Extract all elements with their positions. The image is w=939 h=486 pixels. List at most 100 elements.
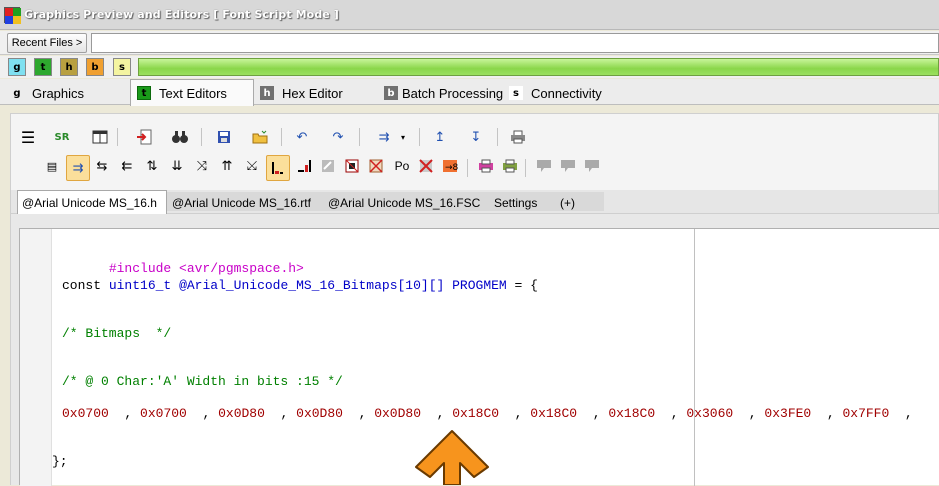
grid-select-icon[interactable] xyxy=(341,155,363,177)
bar-chart-active-icon[interactable] xyxy=(266,155,290,181)
toolbar-separator xyxy=(117,128,118,146)
cross-out-icon[interactable] xyxy=(415,155,437,177)
print-icon[interactable] xyxy=(507,126,529,148)
hex-value: 0x18C0 xyxy=(608,406,656,421)
quick-button-batch[interactable]: b xyxy=(86,58,104,76)
file-tab-add[interactable]: (+) xyxy=(556,192,579,213)
file-tab-fsc[interactable]: @Arial Unicode MS_16.FSC xyxy=(324,192,484,213)
hex-value: 0x0D80 xyxy=(218,406,265,421)
redo-icon[interactable]: ↷ xyxy=(327,126,349,148)
tab-tag: s xyxy=(509,86,523,100)
format-icon[interactable]: ⇉ xyxy=(373,126,395,148)
save-icon[interactable] xyxy=(213,126,235,148)
quick-button-hex[interactable]: h xyxy=(60,58,78,76)
annotation-up-arrow-icon xyxy=(415,430,489,485)
align-active-icon[interactable]: ⇉ xyxy=(66,155,90,181)
file-tab-label: @Arial Unicode MS_16.FSC xyxy=(328,195,481,210)
file-tab-label: Settings xyxy=(494,195,538,210)
hex-separator: , xyxy=(124,406,133,421)
quick-button-text[interactable]: t xyxy=(34,58,52,76)
toolbar-separator xyxy=(525,159,526,177)
quick-button-graphics[interactable]: g xyxy=(8,58,26,76)
title-bar: Graphics Preview and Editors [ Font Scri… xyxy=(0,0,939,30)
quick-button-connectivity[interactable]: s xyxy=(113,58,131,76)
type-name: uint16_t xyxy=(108,278,172,293)
file-tab-h[interactable]: @Arial Unicode MS_16.h xyxy=(17,190,167,214)
list-icon[interactable]: ▤ xyxy=(41,155,63,177)
code-closing-brace: }; xyxy=(52,454,68,469)
svg-text:→8: →8 xyxy=(445,163,458,173)
comment-next-icon[interactable] xyxy=(557,155,579,177)
code-comment-char: /* @ 0 Char:'A' Width in bits :15 */ xyxy=(62,374,343,389)
sort-up-icon[interactable]: ↥ xyxy=(429,126,451,148)
tab-tag: t xyxy=(137,86,151,100)
hex-separator: , xyxy=(748,406,757,421)
editor-toolbar: ☰ SR ↶ ↷ ⇉ ▾ ↥ ↧ ▤ ⇉ ⇆ ⇇ ⇅ ⇊ ⤨ ⇈ ⤩ Po →8 xyxy=(10,113,939,190)
quick-button-label: h xyxy=(65,61,73,73)
hex-separator: , xyxy=(826,406,835,421)
hex-value: 0x18C0 xyxy=(452,406,500,421)
tab-text-editors[interactable]: t Text Editors xyxy=(130,79,254,106)
hex-value: 0x7FF0 xyxy=(842,406,890,421)
import-icon[interactable] xyxy=(133,126,155,148)
code-line-declaration: const uint16_t @Arial_Unicode_MS_16_Bitm… xyxy=(62,278,538,293)
comment-prev-icon[interactable] xyxy=(581,155,603,177)
keyword-const: const xyxy=(62,278,102,293)
tab-connectivity[interactable]: s Connectivity xyxy=(503,81,608,105)
chevron-down-icon[interactable]: ▾ xyxy=(396,126,410,148)
quick-button-label: t xyxy=(40,61,46,73)
quick-button-label: g xyxy=(13,61,21,73)
print-preview-icon[interactable] xyxy=(499,155,521,177)
sort-down-icon[interactable]: ↧ xyxy=(465,126,487,148)
find-binoculars-icon[interactable] xyxy=(169,126,191,148)
recent-files-bar: Recent Files > xyxy=(0,31,939,55)
toolbar-separator xyxy=(201,128,202,146)
tab-label: Connectivity xyxy=(531,85,602,101)
hex-value: 0x0D80 xyxy=(374,406,421,421)
line-gutter xyxy=(20,229,52,486)
down-arrows-icon[interactable]: ⇊ xyxy=(166,155,188,177)
po-icon[interactable]: Po xyxy=(391,155,413,177)
bar-chart-icon[interactable] xyxy=(293,155,315,177)
tab-label: Text Editors xyxy=(159,85,227,101)
edit-disabled-icon[interactable] xyxy=(317,155,339,177)
hex-value: 0x0700 xyxy=(140,406,187,421)
right-margin-line xyxy=(694,229,695,486)
print-color-icon[interactable] xyxy=(475,155,497,177)
flip-arrows-icon[interactable]: ⤩ xyxy=(241,155,263,177)
tab-tag: g xyxy=(10,86,24,100)
cross-arrows-icon[interactable]: ⇅ xyxy=(141,155,163,177)
code-comment-bitmaps: /* Bitmaps */ xyxy=(62,326,172,341)
toolbar-separator xyxy=(281,128,282,146)
file-tab-settings[interactable]: Settings xyxy=(490,192,541,213)
recent-files-button[interactable]: Recent Files > xyxy=(7,33,87,53)
preprocessor-directive: #include <avr/pgmspace.h> xyxy=(108,261,304,276)
assignment: = { xyxy=(514,278,538,293)
open-folder-icon[interactable] xyxy=(249,126,271,148)
recent-files-input[interactable] xyxy=(91,33,939,53)
toolbar-separator xyxy=(497,128,498,146)
toolbar-separator xyxy=(359,128,360,146)
file-tab-strip: @Arial Unicode MS_16.h @Arial Unicode MS… xyxy=(10,190,939,214)
tab-batch-processing[interactable]: b Batch Processing xyxy=(378,81,509,105)
progmem-keyword: PROGMEM xyxy=(452,278,507,293)
hex-separator: , xyxy=(592,406,601,421)
file-tab-label: (+) xyxy=(560,195,575,210)
tab-graphics[interactable]: g Graphics xyxy=(4,81,90,105)
grid-clear-icon[interactable] xyxy=(365,155,387,177)
tab-label: Graphics xyxy=(32,85,85,101)
shift-icon[interactable]: →8 xyxy=(439,155,461,177)
swap-icon[interactable]: ⇆ xyxy=(91,155,113,177)
search-replace-icon[interactable]: SR xyxy=(51,126,73,148)
menu-icon[interactable]: ☰ xyxy=(17,126,39,148)
tab-hex-editor[interactable]: h Hex Editor xyxy=(254,81,349,105)
file-tab-rtf[interactable]: @Arial Unicode MS_16.rtf xyxy=(168,192,315,213)
hex-separator: , xyxy=(280,406,289,421)
diagonal-arrows-icon[interactable]: ⤨ xyxy=(191,155,213,177)
comment-disabled-icon[interactable] xyxy=(533,155,555,177)
reverse-icon[interactable]: ⇇ xyxy=(116,155,138,177)
up-arrows-icon[interactable]: ⇈ xyxy=(216,155,238,177)
panel-layout-icon[interactable] xyxy=(89,126,111,148)
undo-icon[interactable]: ↶ xyxy=(291,126,313,148)
hex-separator: , xyxy=(436,406,445,421)
